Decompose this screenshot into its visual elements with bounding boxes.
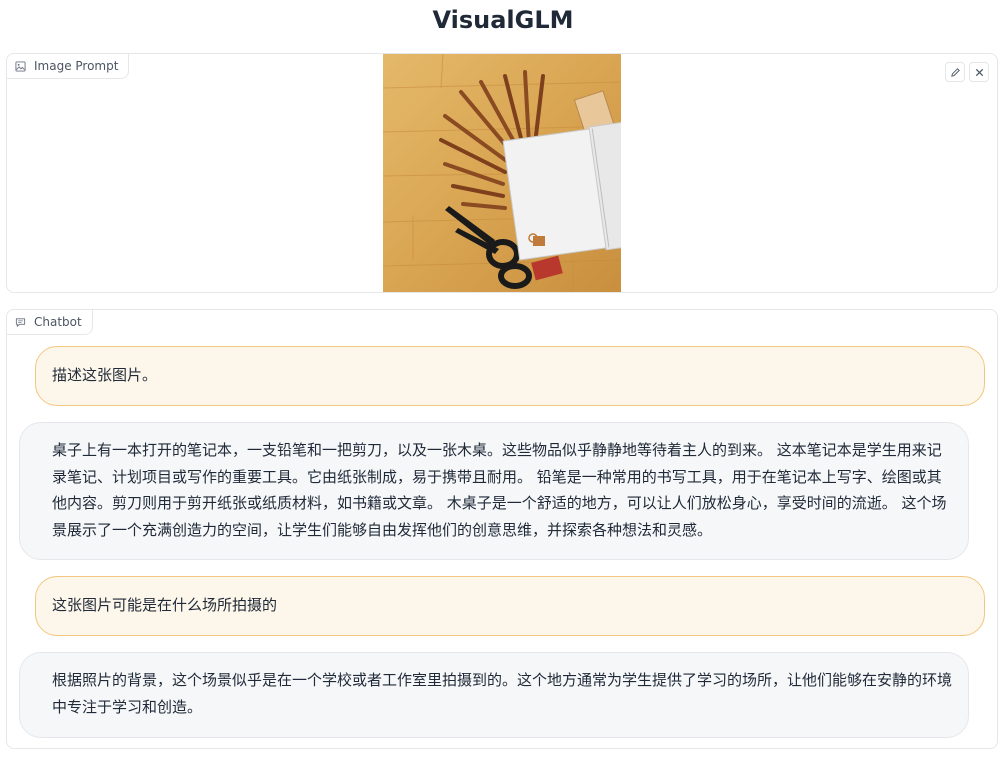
chatbot-label: Chatbot [6, 309, 93, 335]
message-text: 根据照片的背景，这个场景似乎是在一个学校或者工作室里拍摄到的。这个地方通常为学生… [52, 671, 953, 716]
pencil-icon [950, 67, 960, 77]
image-prompt-label: Image Prompt [6, 53, 130, 79]
image-prompt-label-text: Image Prompt [34, 59, 119, 73]
bot-message: 桌子上有一本打开的笔记本，一支铅笔和一把剪刀，以及一张木桌。这些物品似乎静静地等… [19, 422, 969, 560]
image-tools [945, 62, 989, 82]
user-message: 描述这张图片。 [35, 346, 985, 406]
chatbot-panel[interactable]: Chatbot 描述这张图片。 桌子上有一本打开的笔记本，一支铅笔和一把剪刀，以… [6, 309, 998, 749]
uploaded-image[interactable] [383, 54, 621, 292]
clear-image-button[interactable] [969, 62, 989, 82]
close-icon [975, 68, 983, 76]
message-text: 描述这张图片。 [52, 366, 158, 384]
image-prompt-panel: Image Prompt [6, 53, 998, 293]
image-icon [15, 60, 26, 72]
message-text: 这张图片可能是在什么场所拍摄的 [52, 596, 278, 614]
bot-message: 根据照片的背景，这个场景似乎是在一个学校或者工作室里拍摄到的。这个地方通常为学生… [19, 652, 969, 738]
message-text: 桌子上有一本打开的笔记本，一支铅笔和一把剪刀，以及一张木桌。这些物品似乎静静地等… [52, 441, 947, 539]
chat-bubble-icon [15, 317, 26, 327]
chatbot-label-text: Chatbot [34, 315, 82, 329]
desk-photo-illustration [383, 54, 621, 292]
user-message: 这张图片可能是在什么场所拍摄的 [35, 576, 985, 636]
app-title: VisualGLM [432, 6, 574, 34]
edit-image-button[interactable] [945, 62, 965, 82]
